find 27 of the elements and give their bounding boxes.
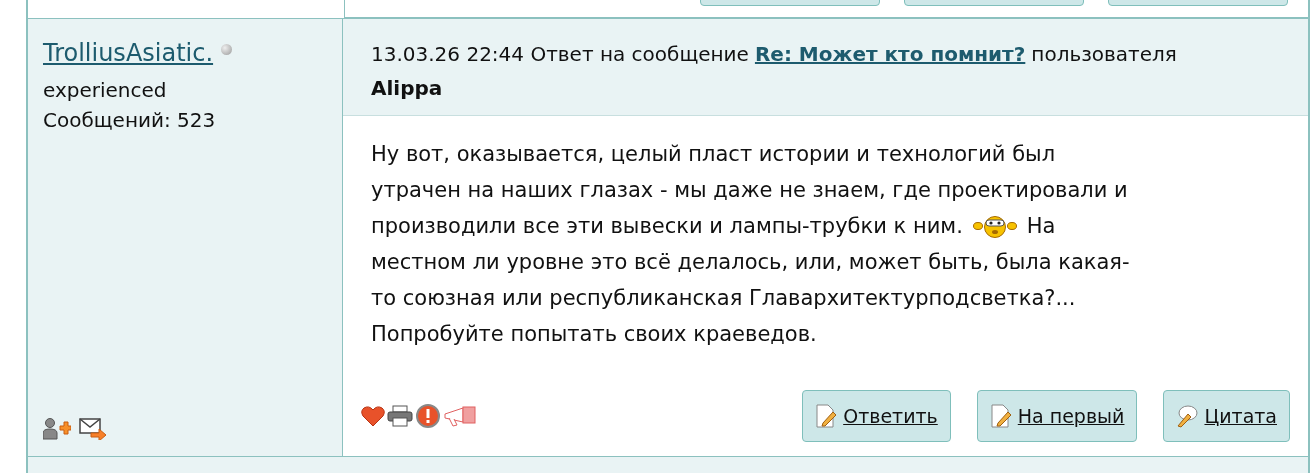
quote-button[interactable]: Цитата bbox=[1163, 390, 1290, 442]
add-user-icon[interactable] bbox=[43, 418, 71, 440]
post-meta: 13.03.26 22:44 Ответ на сообщение bbox=[371, 41, 749, 68]
printer-icon[interactable] bbox=[387, 405, 413, 427]
post-meta: пользователя bbox=[1031, 41, 1177, 68]
username-link[interactable]: TrolliusAsiatic. bbox=[43, 39, 214, 67]
post-text: то союзная или республиканская Главархитектурподсветка?... bbox=[371, 285, 1076, 312]
reply-button[interactable]: Ответить bbox=[802, 390, 951, 442]
post-text: Ну вот, оказывается, целый пласт истории и технологий был bbox=[371, 141, 1056, 168]
user-rank: experienced bbox=[43, 77, 168, 104]
message-icon[interactable] bbox=[79, 418, 107, 440]
post-text: местном ли уровне это всё делалось, или, может быть, была какая- bbox=[371, 249, 1130, 276]
document-pencil-icon bbox=[815, 404, 838, 428]
heart-icon[interactable] bbox=[361, 405, 385, 427]
document-pencil-icon bbox=[989, 404, 1012, 428]
reply-button[interactable]: На первый bbox=[976, 390, 1138, 442]
warning-icon[interactable] bbox=[415, 404, 441, 428]
post-count: Сообщений: 523 bbox=[43, 107, 217, 134]
post-text: Попробуйте попытать своих краеведов. bbox=[371, 321, 817, 348]
post-text: производили все эти вывески и лампы-трубки к ним. bbox=[371, 213, 963, 240]
megaphone-icon[interactable] bbox=[443, 404, 477, 428]
post-text: На bbox=[1026, 213, 1056, 240]
speech-bubble-pencil-icon bbox=[1176, 404, 1199, 428]
post-text: утрачен на наших глазах - мы даже не знаем, где проектировали и bbox=[371, 177, 1128, 204]
reply-author: Alippa bbox=[371, 75, 444, 102]
smiley-icon bbox=[972, 213, 1017, 239]
reply-link[interactable]: Re: Может кто помнит? bbox=[754, 37, 1026, 71]
